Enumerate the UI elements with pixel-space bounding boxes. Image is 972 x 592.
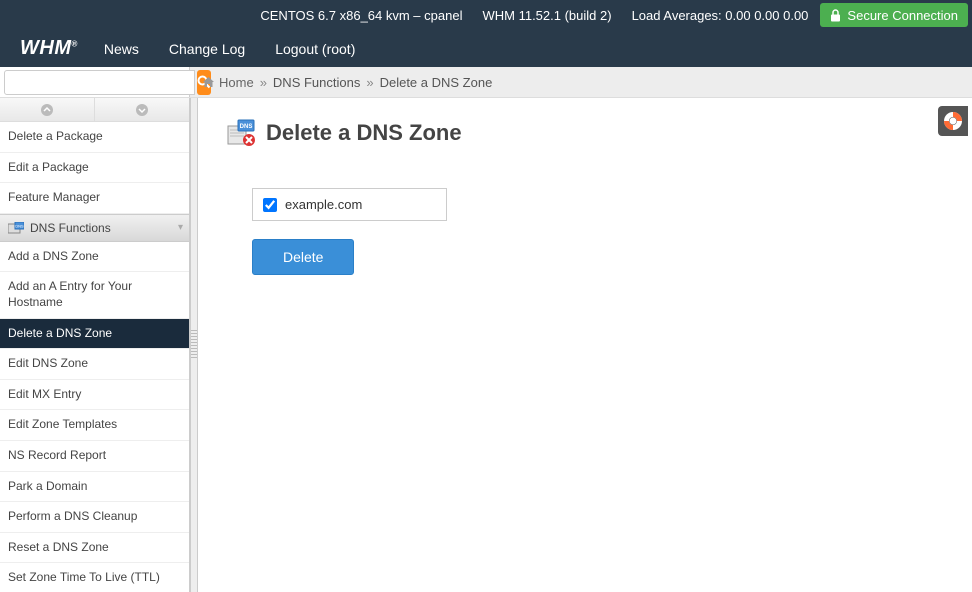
navbar: WHM® News Change Log Logout (root) (0, 30, 972, 67)
breadcrumb: Home » DNS Functions » Delete a DNS Zone (190, 67, 504, 97)
zone-row: example.com (252, 188, 447, 221)
sidebar-item[interactable]: Add an A Entry for Your Hostname (0, 272, 189, 318)
search-area (0, 67, 190, 97)
sidebar-item[interactable]: NS Record Report (0, 441, 189, 472)
page-header: DNS Delete a DNS Zone (226, 118, 944, 148)
dns-zone-delete-icon: DNS (226, 118, 256, 148)
svg-text:DNS: DNS (15, 223, 24, 228)
nav-link-news[interactable]: News (104, 41, 139, 57)
zone-name: example.com (285, 197, 362, 212)
sidebar-item[interactable]: Reset a DNS Zone (0, 533, 189, 564)
svg-text:DNS: DNS (240, 124, 253, 130)
sidebar-item[interactable]: Delete a DNS Zone (0, 319, 189, 350)
dns-icon: DNS (8, 222, 24, 234)
breadcrumb-home[interactable]: Home (202, 75, 254, 90)
lock-icon (830, 9, 841, 22)
sidebar-item[interactable]: Set Zone Time To Live (TTL) (0, 563, 189, 592)
breadcrumb-current: Delete a DNS Zone (380, 75, 493, 90)
help-button[interactable] (938, 106, 968, 136)
nav-links: News Change Log Logout (root) (104, 41, 355, 57)
home-icon (202, 76, 215, 88)
sidebar-item[interactable]: Edit DNS Zone (0, 349, 189, 380)
sidebar-section-label: DNS Functions (30, 221, 111, 235)
sidebar-item[interactable]: Edit a Package (0, 153, 189, 184)
sidebar-scroll-up[interactable] (0, 98, 95, 121)
sidebar-item[interactable]: Edit MX Entry (0, 380, 189, 411)
whm-version: WHM 11.52.1 (build 2) (482, 8, 611, 23)
sidebar-item[interactable]: Perform a DNS Cleanup (0, 502, 189, 533)
nav-link-logout[interactable]: Logout (root) (275, 41, 355, 57)
topbar: CENTOS 6.7 x86_64 kvm – cpanel WHM 11.52… (0, 0, 972, 30)
os-info: CENTOS 6.7 x86_64 kvm – cpanel (260, 8, 462, 23)
sidebar-scroll-down[interactable] (95, 98, 189, 121)
load-averages: Load Averages: 0.00 0.00 0.00 (632, 8, 809, 23)
sidebar-item[interactable]: Park a Domain (0, 472, 189, 503)
sidebar-items: Add a DNS ZoneAdd an A Entry for Your Ho… (0, 242, 189, 592)
secure-label: Secure Connection (847, 8, 958, 23)
content: DNS Delete a DNS Zone example.com Delete (198, 98, 972, 592)
sidebar-resize-handle[interactable] (190, 98, 198, 592)
grip-icon (191, 330, 197, 360)
breadcrumb-sep: » (366, 75, 373, 90)
chevron-down-icon: ▾ (178, 222, 183, 233)
delete-button[interactable]: Delete (252, 239, 354, 275)
chevron-down-icon (135, 103, 149, 117)
sidebar-item[interactable]: Add a DNS Zone (0, 242, 189, 273)
chevron-up-icon (40, 103, 54, 117)
sidebar-item[interactable]: Feature Manager (0, 183, 189, 214)
sidebar[interactable]: Delete a PackageEdit a PackageFeature Ma… (0, 98, 190, 592)
page-title: Delete a DNS Zone (266, 120, 462, 146)
toolbar-row: Home » DNS Functions » Delete a DNS Zone (0, 67, 972, 98)
whm-logo[interactable]: WHM® (20, 37, 78, 60)
sidebar-pre-items: Delete a PackageEdit a PackageFeature Ma… (0, 122, 189, 214)
secure-connection-badge: Secure Connection (820, 3, 968, 27)
topbar-info: CENTOS 6.7 x86_64 kvm – cpanel WHM 11.52… (260, 8, 808, 23)
sidebar-item[interactable]: Delete a Package (0, 122, 189, 153)
zone-checkbox[interactable] (263, 198, 277, 212)
lifebuoy-icon (943, 111, 963, 131)
sidebar-section-dns[interactable]: DNS DNS Functions ▾ (0, 214, 189, 242)
main: Delete a PackageEdit a PackageFeature Ma… (0, 98, 972, 592)
sidebar-nav-arrows (0, 98, 189, 122)
nav-link-changelog[interactable]: Change Log (169, 41, 245, 57)
breadcrumb-sep: » (260, 75, 267, 90)
breadcrumb-section[interactable]: DNS Functions (273, 75, 360, 90)
sidebar-item[interactable]: Edit Zone Templates (0, 410, 189, 441)
search-input[interactable] (4, 70, 195, 95)
